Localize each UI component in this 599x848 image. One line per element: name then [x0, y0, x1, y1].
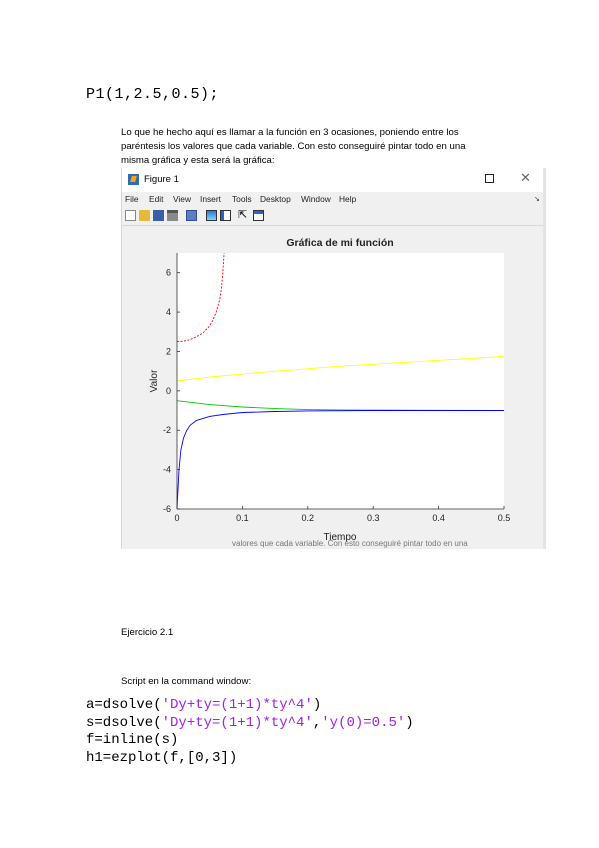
- y-tick-label: -6: [163, 504, 171, 514]
- window-title: Figure 1: [144, 174, 179, 185]
- menu-insert[interactable]: Insert: [200, 194, 221, 204]
- property-editor-icon[interactable]: [253, 210, 264, 221]
- close-button[interactable]: ✕: [520, 170, 531, 186]
- menu-dock-icon[interactable]: ↘: [534, 195, 540, 203]
- window-edge: [543, 168, 546, 549]
- x-tick-label: 0.3: [367, 513, 380, 523]
- code-block: a=dsolve('Dy+ty=(1+1)*ty^4') s=dsolve('D…: [86, 697, 414, 767]
- print-icon[interactable]: [167, 210, 178, 221]
- description-paragraph: Lo que he hecho aquí es llamar a la func…: [121, 126, 491, 168]
- arrow-pointer-icon[interactable]: ⇱: [238, 210, 247, 221]
- menu-bar: File Edit View Insert Tools Desktop Wind…: [122, 193, 543, 207]
- menu-help[interactable]: Help: [339, 194, 356, 204]
- paragraph-line: paréntesis los valores que cada variable…: [121, 141, 466, 152]
- plot-canvas: Gráfica de mi función 0 0.1 0.2 0.3 0.4 0.5 -…: [149, 237, 511, 543]
- link-icon[interactable]: [186, 210, 197, 221]
- window-titlebar: Figure 1 ✕: [122, 168, 546, 192]
- menu-tools[interactable]: Tools: [232, 194, 252, 204]
- x-tick-label: 0.2: [302, 513, 315, 523]
- script-label: Script en la command window:: [121, 676, 252, 687]
- save-icon[interactable]: [153, 210, 164, 221]
- code-line-s: s=dsolve('Dy+ty=(1+1)*ty^4','y(0)=0.5'): [86, 714, 414, 731]
- code-line-a: a=dsolve('Dy+ty=(1+1)*ty^4'): [86, 697, 322, 713]
- menu-edit[interactable]: Edit: [149, 194, 163, 204]
- code-line-h1: h1=ezplot(f,[0,3]): [86, 749, 238, 766]
- y-axis-label: Valor: [149, 369, 160, 392]
- colorbar-icon[interactable]: [206, 210, 217, 221]
- menu-file[interactable]: File: [125, 194, 139, 204]
- code-line-p1: P1(1,2.5,0.5);: [86, 86, 220, 103]
- y-tick-label: 6: [166, 268, 171, 278]
- x-tick-label: 0.5: [498, 513, 511, 523]
- matlab-figure-window: Figure 1 ✕ File Edit View Insert Tools D…: [121, 168, 546, 549]
- y-tick-label: 0: [166, 386, 171, 396]
- legend-icon[interactable]: [220, 210, 231, 221]
- x-tick-label: 0: [174, 513, 179, 523]
- x-tick-label: 0.1: [236, 513, 249, 523]
- paragraph-line: misma gráfica y esta será la gráfica:: [121, 155, 275, 166]
- menu-window[interactable]: Window: [301, 194, 331, 204]
- y-tick-label: -4: [163, 465, 171, 475]
- paragraph-line: Lo que he hecho aquí es llamar a la func…: [121, 127, 459, 138]
- open-folder-icon[interactable]: [139, 210, 150, 221]
- matlab-logo-icon: [128, 174, 139, 185]
- toolbar: ⇱: [122, 207, 543, 225]
- section-heading: Ejercicio 2.1: [121, 627, 174, 638]
- menu-view[interactable]: View: [173, 194, 191, 204]
- code-line-f: f=inline(s): [86, 732, 179, 748]
- y-tick-label: 4: [166, 307, 171, 317]
- x-tick-label: 0.4: [432, 513, 445, 523]
- chart-title: Gráfica de mi función: [286, 237, 393, 249]
- y-tick-label: -2: [163, 425, 171, 435]
- menu-desktop[interactable]: Desktop: [260, 194, 291, 204]
- axes-background: [177, 253, 504, 509]
- maximize-button[interactable]: [485, 174, 494, 183]
- occluded-text: valores que cada variable. Con esto cons…: [232, 539, 468, 548]
- y-tick-label: 2: [166, 346, 171, 356]
- new-file-icon[interactable]: [125, 210, 136, 221]
